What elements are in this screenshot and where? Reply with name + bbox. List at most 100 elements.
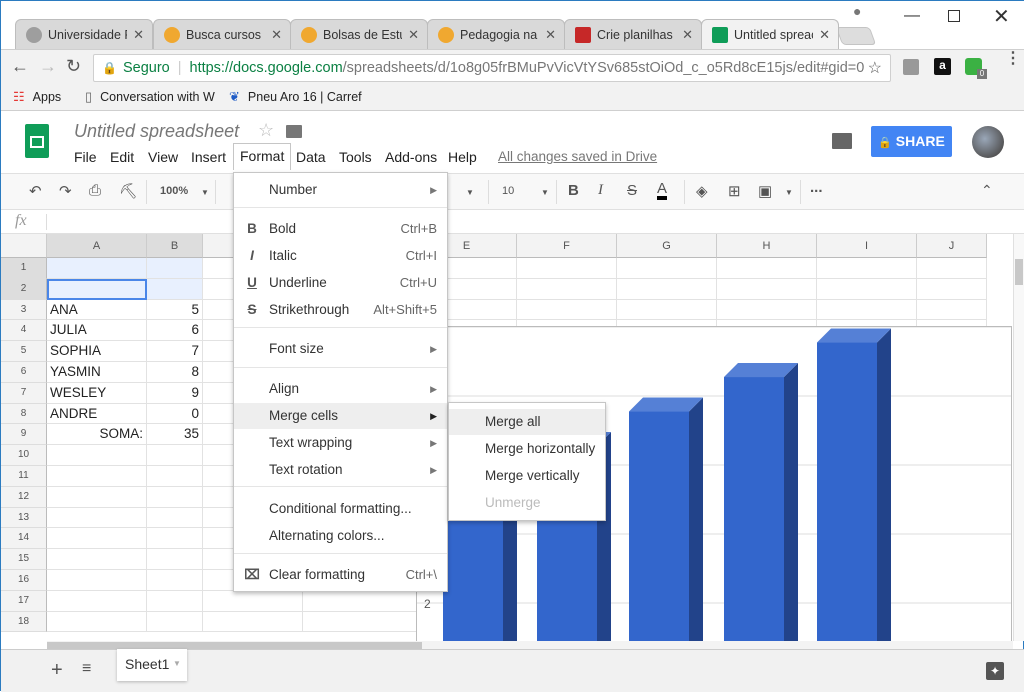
reload-button[interactable]: ↻ (66, 56, 81, 77)
bookmark-star-icon[interactable]: ☆ (868, 58, 882, 78)
cell-value[interactable]: 35 (147, 424, 203, 446)
bookmark-item[interactable]: ▯ Conversation with W (85, 89, 215, 105)
format-menu-item[interactable]: ⌧ Clear formatting Ctrl+\ (234, 562, 447, 588)
format-menu-item[interactable]: B Bold Ctrl+B (234, 216, 447, 242)
cell[interactable] (47, 486, 147, 508)
cell[interactable] (917, 278, 987, 300)
close-tab-icon[interactable]: ✕ (682, 27, 693, 43)
paint-format-icon[interactable]: ⛏ (119, 182, 138, 200)
cell[interactable] (147, 445, 203, 466)
row-header[interactable]: 12 (1, 486, 47, 508)
add-sheet-icon[interactable]: + (51, 659, 63, 682)
format-menu-item[interactable]: Text rotation ▶ (234, 457, 447, 483)
column-header[interactable]: B (147, 234, 203, 258)
close-tab-icon[interactable]: ✕ (819, 27, 830, 43)
column-header[interactable]: I (817, 234, 917, 258)
merge-menu-item[interactable]: Merge horizontally (449, 436, 605, 462)
format-menu-item[interactable]: Merge cells ▶ (234, 403, 447, 429)
cell-value[interactable]: 6 (147, 320, 203, 342)
row-header[interactable]: 9 (1, 424, 47, 446)
new-tab-button[interactable] (835, 27, 877, 45)
format-menu-item[interactable]: S Strikethrough Alt+Shift+5 (234, 297, 447, 323)
avatar[interactable] (972, 126, 1004, 158)
browser-tab[interactable]: Pedagogia na ✕ (427, 19, 565, 49)
zoom-select[interactable]: 100% (160, 185, 188, 197)
cell-value[interactable]: 8 (147, 362, 203, 383)
redo-icon[interactable]: ↷ (59, 182, 72, 200)
forward-button[interactable]: → (39, 56, 57, 77)
save-status[interactable]: All changes saved in Drive (498, 149, 657, 164)
browser-tab[interactable]: Busca cursos | ✕ (153, 19, 291, 49)
cell[interactable] (147, 486, 203, 508)
cell[interactable] (517, 299, 617, 321)
row-header[interactable]: 7 (1, 382, 47, 404)
format-menu-item[interactable]: Number ▶ (234, 177, 447, 203)
formula-input[interactable] (53, 210, 1013, 234)
cell-name[interactable]: WESLEY (47, 382, 147, 404)
browser-tab[interactable]: Bolsas de Estuc ✕ (290, 19, 428, 49)
close-tab-icon[interactable]: ✕ (408, 27, 419, 43)
cell[interactable] (47, 258, 147, 279)
cell[interactable] (203, 590, 303, 612)
menu-addons[interactable]: Add-ons (385, 149, 437, 165)
explore-icon[interactable]: ✦ (986, 662, 1004, 680)
cell-name[interactable]: SOPHIA (47, 341, 147, 362)
document-title[interactable]: Untitled spreadsheet (74, 121, 239, 142)
cell[interactable] (617, 258, 717, 279)
cell[interactable] (147, 528, 203, 550)
more-icon[interactable]: ... (810, 179, 823, 196)
select-all-corner[interactable] (1, 234, 47, 258)
maximize-button[interactable] (948, 10, 960, 22)
cell[interactable] (717, 299, 817, 321)
cell[interactable] (517, 258, 617, 279)
cell[interactable] (47, 507, 147, 529)
cell[interactable] (617, 278, 717, 300)
menu-tools[interactable]: Tools (339, 149, 372, 165)
row-header[interactable]: 5 (1, 341, 47, 362)
row-header[interactable]: 14 (1, 528, 47, 550)
row-header[interactable]: 11 (1, 466, 47, 487)
cell[interactable] (47, 466, 147, 487)
cell[interactable] (717, 278, 817, 300)
merge-cells-icon[interactable]: ▣ (758, 182, 772, 200)
cell-name[interactable]: ANA (47, 299, 147, 321)
cell[interactable] (817, 258, 917, 279)
all-sheets-icon[interactable]: ≡ (82, 660, 91, 678)
menu-view[interactable]: View (148, 149, 178, 165)
menu-edit[interactable]: Edit (110, 149, 134, 165)
cell[interactable] (47, 570, 147, 591)
browser-tab[interactable]: Crie planilhas ✕ (564, 19, 702, 49)
menu-insert[interactable]: Insert (191, 149, 226, 165)
fill-color-icon[interactable]: ◈ (696, 182, 708, 200)
cell[interactable] (917, 258, 987, 279)
cell[interactable] (47, 611, 147, 633)
cell[interactable] (147, 258, 203, 279)
cell[interactable] (303, 611, 417, 633)
text-color-icon[interactable]: A (657, 181, 668, 200)
cell[interactable] (303, 590, 417, 612)
format-menu-item[interactable]: Alternating colors... (234, 523, 447, 549)
row-header[interactable]: 3 (1, 299, 47, 321)
address-bar[interactable]: 🔒 Seguro | https://docs.google.com/sprea… (93, 54, 891, 82)
row-header[interactable]: 6 (1, 362, 47, 383)
print-icon[interactable]: ⎙ (89, 182, 101, 199)
sheets-logo-icon[interactable] (25, 124, 49, 158)
cell[interactable] (47, 590, 147, 612)
undo-icon[interactable]: ↶ (29, 182, 42, 200)
row-header[interactable]: 17 (1, 590, 47, 612)
vertical-scrollbar[interactable] (1013, 234, 1024, 641)
shopping-extension-icon[interactable] (903, 59, 919, 75)
close-window-button[interactable]: ✕ (993, 4, 1010, 29)
merge-menu-item[interactable]: Merge vertically (449, 463, 605, 489)
column-header[interactable]: G (617, 234, 717, 258)
cell-name[interactable]: ANDRE (47, 403, 147, 425)
column-header[interactable]: A (47, 234, 147, 258)
star-icon[interactable]: ☆ (258, 120, 274, 141)
row-header[interactable]: 16 (1, 570, 47, 591)
cell[interactable] (817, 299, 917, 321)
row-header[interactable]: 10 (1, 445, 47, 466)
strikethrough-icon[interactable]: S (627, 182, 637, 199)
chrome-menu-icon[interactable]: ⋮ (1005, 51, 1021, 67)
cell[interactable] (917, 299, 987, 321)
cell-value[interactable]: 0 (147, 403, 203, 425)
